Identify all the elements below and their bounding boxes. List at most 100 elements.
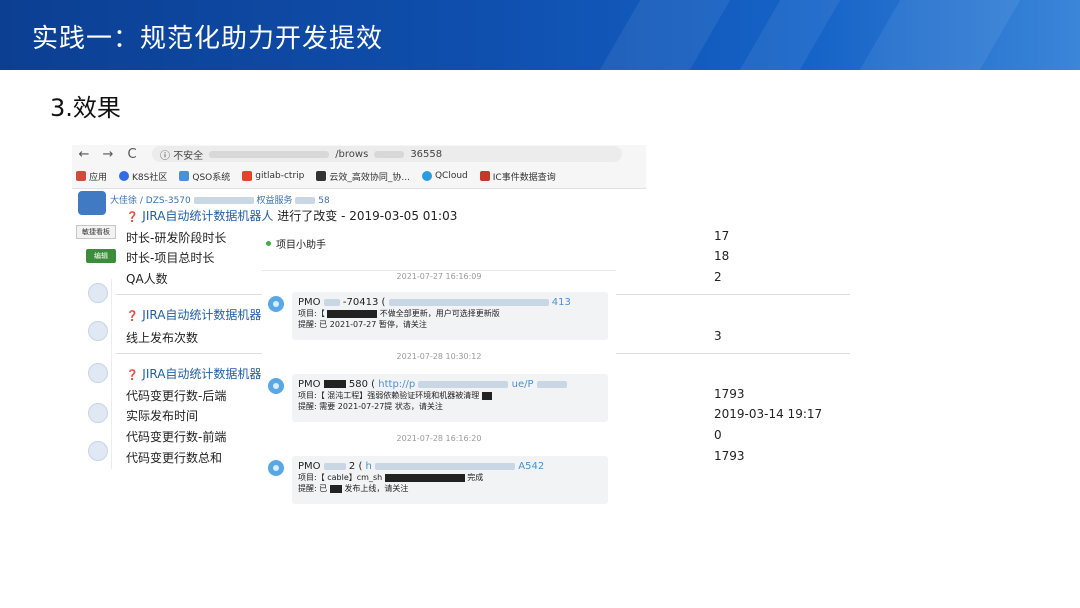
back-arrow-icon[interactable]: ← bbox=[72, 147, 96, 162]
bookmark-yunxiao[interactable]: 云效_高效协同_协... bbox=[316, 170, 410, 183]
breadcrumb-issue[interactable]: DZS-3570 bbox=[146, 196, 191, 206]
forward-arrow-icon[interactable]: → bbox=[96, 147, 120, 162]
bot-avatar-icon bbox=[268, 460, 284, 476]
redacted-link bbox=[418, 380, 509, 388]
browser-chrome: ← → C ⓘ 不安全 /brows 36558 应用 K8S社区 QSO系统 … bbox=[72, 145, 646, 189]
message-timestamp: 2021-07-28 10:30:12 bbox=[396, 352, 482, 361]
breadcrumb-mid: 权益服务 bbox=[256, 196, 293, 206]
redacted-url bbox=[209, 150, 330, 158]
message-project-text: 混沌工程】强弱依赖验证环境和机器被清理 bbox=[327, 391, 480, 400]
bookmark-qcloud[interactable]: QCloud bbox=[421, 171, 468, 181]
browser-nav-row: ← → C ⓘ 不安全 /brows 36558 bbox=[72, 145, 646, 163]
history-author[interactable]: JIRA自动统计数据机器人 bbox=[142, 209, 273, 223]
field-value: 3 bbox=[714, 329, 722, 343]
url-issue-id: 36558 bbox=[410, 148, 443, 160]
field-value: 0 bbox=[714, 428, 722, 442]
redacted-text bbox=[329, 484, 342, 493]
bookmark-gitlab[interactable]: gitlab-ctrip bbox=[242, 171, 304, 181]
user-avatar bbox=[88, 321, 108, 341]
message-sender: PMO bbox=[298, 297, 321, 308]
bookmark-ic[interactable]: IC事件数据查询 bbox=[479, 170, 556, 183]
message-sender-id: 2 bbox=[348, 461, 356, 472]
header-decoration bbox=[599, 0, 731, 70]
message-sender-id: -70413 bbox=[342, 297, 379, 308]
user-avatar bbox=[88, 403, 108, 423]
field-label: 代码变更行数总和 bbox=[126, 451, 223, 465]
robot-icon: ❓ bbox=[126, 370, 139, 381]
section-heading: 3.效果 bbox=[50, 94, 121, 122]
message-project-suffix: 完成 bbox=[467, 473, 484, 482]
ic-icon bbox=[479, 171, 490, 181]
message-sender: PMO bbox=[298, 379, 321, 390]
url-path: /brows bbox=[335, 148, 369, 160]
message-link-fragment[interactable]: ue/P bbox=[512, 379, 534, 390]
history-entry-header: ❓ JIRA自动统计数据机器人 bbox=[126, 365, 273, 382]
address-bar[interactable]: ⓘ 不安全 /brows 36558 bbox=[152, 146, 622, 162]
edit-button[interactable]: 编辑 bbox=[86, 249, 116, 263]
message-remind-prefix: 提醒: 需要 bbox=[298, 402, 336, 411]
project-avatar bbox=[78, 191, 106, 215]
bot-avatar-icon bbox=[268, 378, 284, 394]
message-link[interactable]: 413 bbox=[552, 297, 571, 308]
field-label: 时长-研发阶段时长 bbox=[126, 231, 227, 245]
history-author[interactable]: JIRA自动统计数据机器人 bbox=[142, 308, 273, 322]
k8s-icon bbox=[119, 171, 130, 181]
message-link[interactable]: h bbox=[366, 461, 372, 472]
redacted-text bbox=[323, 462, 346, 470]
history-entry-header: ❓ JIRA自动统计数据机器人 bbox=[126, 306, 273, 323]
redacted-text bbox=[323, 298, 340, 306]
field-value: 2019-03-14 19:17 bbox=[714, 407, 823, 421]
header-decoration bbox=[859, 0, 1021, 70]
redacted-link bbox=[536, 380, 567, 388]
field-value: 2 bbox=[714, 270, 722, 284]
field-label: 代码变更行数-后端 bbox=[126, 389, 227, 403]
history-action: 进行了改变 - 2019-03-05 01:03 bbox=[277, 209, 458, 223]
yunxiao-icon bbox=[316, 171, 327, 181]
slide-title: 实践一：规范化助力开发提效 bbox=[32, 24, 384, 54]
bookmarks-bar: 应用 K8S社区 QSO系统 gitlab-ctrip 云效_高效协同_协...… bbox=[72, 167, 646, 185]
message-link-fragment[interactable]: A542 bbox=[518, 461, 544, 472]
bookmark-k8s[interactable]: K8S社区 bbox=[119, 170, 167, 183]
chat-message: PMO 580 ( http://p ue/P 项目:【 混沌工程】强弱依赖验证… bbox=[292, 374, 608, 422]
redacted-text bbox=[323, 380, 346, 388]
history-author[interactable]: JIRA自动统计数据机器人 bbox=[142, 367, 273, 381]
security-label: 不安全 bbox=[173, 150, 204, 162]
bookmark-apps[interactable]: 应用 bbox=[76, 170, 107, 183]
message-remind-text: 2021-07-27 暂停，请关注 bbox=[329, 320, 427, 329]
field-value: 1793 bbox=[714, 449, 745, 463]
message-remind-text: 发布上线，请关注 bbox=[344, 484, 409, 493]
user-avatar bbox=[88, 441, 108, 461]
slide-header-banner: 实践一：规范化助力开发提效 bbox=[0, 0, 1080, 70]
bookmark-qso[interactable]: QSO系统 bbox=[179, 170, 230, 183]
field-value: 17 bbox=[714, 229, 730, 243]
message-timestamp: 2021-07-27 16:16:09 bbox=[396, 272, 482, 281]
message-project-text: cable】cm_sh bbox=[327, 473, 383, 482]
redacted-text bbox=[193, 197, 254, 204]
message-project-prefix: 项目:【 bbox=[298, 391, 325, 400]
user-avatar bbox=[88, 363, 108, 383]
online-status-dot bbox=[266, 241, 271, 246]
agile-board-button[interactable]: 敏捷看板 bbox=[76, 225, 116, 239]
field-label: QA人数 bbox=[126, 272, 168, 286]
field-label: 代码变更行数-前端 bbox=[126, 430, 227, 444]
info-icon: ⓘ bbox=[160, 150, 170, 162]
message-link[interactable]: http://p bbox=[378, 379, 415, 390]
redacted-text bbox=[295, 197, 316, 204]
redacted-link bbox=[375, 462, 516, 470]
breadcrumb-user[interactable]: 大佳徐 bbox=[110, 196, 137, 206]
chat-message: PMO -70413 ( 413 项目:【 不做全部更新，用户可选择更新版 提醒… bbox=[292, 292, 608, 340]
field-value: 1793 bbox=[714, 387, 745, 401]
chat-title-text: 项目小助手 bbox=[276, 240, 326, 251]
qcloud-icon bbox=[421, 171, 432, 181]
message-sender: PMO bbox=[298, 461, 321, 472]
message-remind-text: 2021-07-27提 状态，请关注 bbox=[337, 402, 443, 411]
chat-title: 项目小助手 bbox=[266, 236, 326, 251]
message-project-prefix: 项目:【 bbox=[298, 473, 325, 482]
message-remind-prefix: 提醒: 已 bbox=[298, 484, 328, 493]
header-decoration bbox=[739, 0, 841, 70]
robot-icon: ❓ bbox=[126, 212, 139, 223]
reload-icon[interactable]: C bbox=[120, 147, 144, 162]
user-avatar bbox=[88, 283, 108, 303]
redacted-text bbox=[384, 473, 465, 482]
message-sender-id: 580 bbox=[348, 379, 368, 390]
